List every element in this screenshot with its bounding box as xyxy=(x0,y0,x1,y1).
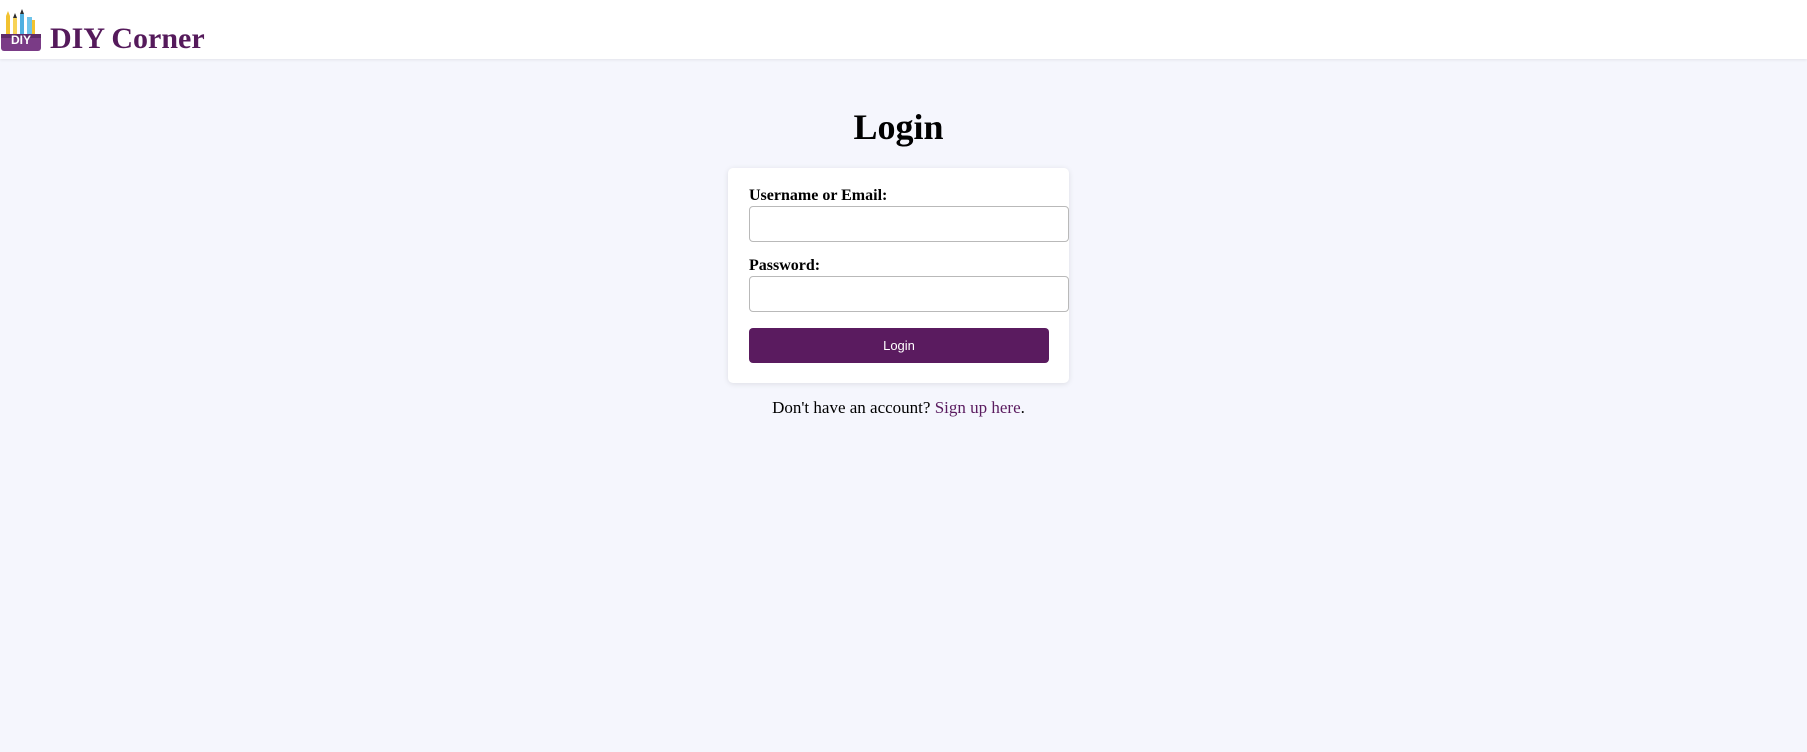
username-label: Username or Email: xyxy=(749,187,888,204)
login-button[interactable]: Login xyxy=(749,328,1049,363)
login-form: Username or Email: Password: Login xyxy=(728,168,1069,383)
username-input[interactable] xyxy=(749,206,1069,242)
site-title[interactable]: DIY Corner xyxy=(50,24,205,54)
signup-prompt-text: Don't have an account? xyxy=(772,398,935,417)
signup-suffix: . xyxy=(1020,398,1025,417)
password-input[interactable] xyxy=(749,276,1069,312)
logo-text: DIY xyxy=(10,33,31,47)
signup-link[interactable]: Sign up here xyxy=(935,398,1021,417)
page-title: Login xyxy=(853,107,944,147)
site-header: DIY DIY Corner xyxy=(0,0,1807,59)
signup-prompt: Don't have an account? Sign up here. xyxy=(0,398,1797,418)
password-label: Password: xyxy=(749,257,821,274)
